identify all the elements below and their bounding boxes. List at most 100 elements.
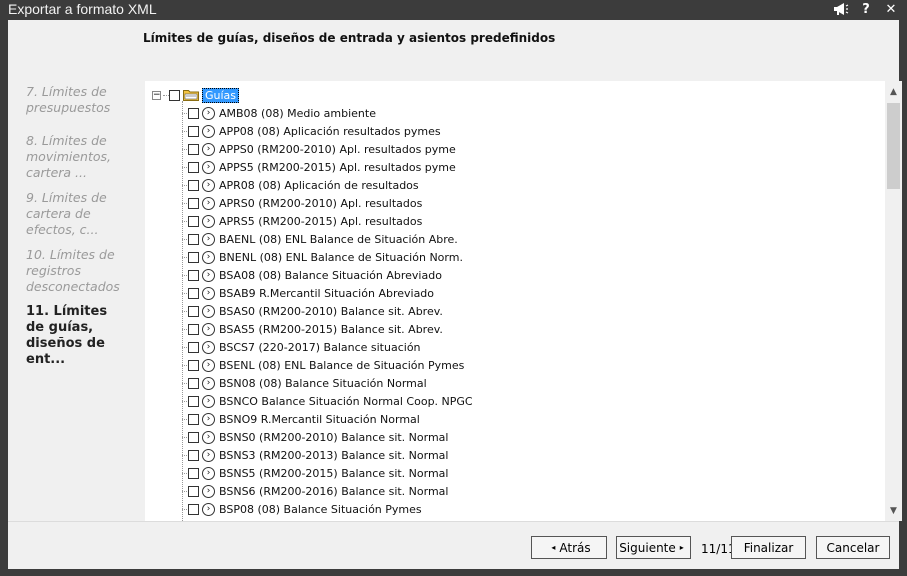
guide-arrow-icon: › xyxy=(202,502,215,516)
guide-arrow-icon: › xyxy=(202,448,215,462)
guide-arrow-icon: › xyxy=(202,286,215,300)
tree-item[interactable]: › APPS0 (RM200-2010) Apl. resultados pyme xyxy=(188,140,456,158)
megaphone-icon[interactable] xyxy=(833,1,849,17)
tree-item-label: BSAS0 (RM200-2010) Balance sit. Abrev. xyxy=(219,304,443,318)
tree-item-checkbox[interactable] xyxy=(188,305,199,317)
back-button[interactable]: ◂ Atrás xyxy=(531,536,607,559)
tree-item-label: APR08 (08) Aplicación de resultados xyxy=(219,178,419,192)
tree-item-checkbox[interactable] xyxy=(188,485,199,497)
tree-item-checkbox[interactable] xyxy=(188,359,199,371)
title-bar: Exportar a formato XML ? ✕ xyxy=(0,0,907,20)
tree-item-checkbox[interactable] xyxy=(188,215,199,227)
tree-item-checkbox[interactable] xyxy=(188,395,199,407)
tree-item-label: BSA08 (08) Balance Situación Abreviado xyxy=(219,268,442,282)
step-10: 10. Límites de registros desconectados xyxy=(26,247,120,294)
guide-arrow-icon: › xyxy=(202,304,215,318)
tree-item[interactable]: › APRS0 (RM200-2010) Apl. resultados xyxy=(188,194,422,212)
tree-item[interactable]: › APPS5 (RM200-2015) Apl. resultados pyme xyxy=(188,158,456,176)
tree-item-label: BSNS0 (RM200-2010) Balance sit. Normal xyxy=(219,430,449,444)
scroll-up-icon[interactable]: ▲ xyxy=(885,83,902,100)
tree-item[interactable]: › BAENL (08) ENL Balance de Situación Abr… xyxy=(188,230,458,248)
tree-item-label: APRS5 (RM200-2015) Apl. resultados xyxy=(219,214,423,228)
collapse-icon[interactable]: − xyxy=(152,91,161,100)
tree-item-label: AMB08 (08) Medio ambiente xyxy=(219,106,376,120)
guide-arrow-icon: › xyxy=(202,232,215,246)
tree-item[interactable]: › BSN08 (08) Balance Situación Normal xyxy=(188,374,427,392)
tree-item-label: BSNS3 (RM200-2013) Balance sit. Normal xyxy=(219,448,449,462)
tree-item-checkbox[interactable] xyxy=(188,449,199,461)
back-label: Atrás xyxy=(559,540,591,555)
tree-item-checkbox[interactable] xyxy=(188,323,199,335)
guide-arrow-icon: › xyxy=(202,376,215,390)
tree-item[interactable]: › BSNO9 R.Mercantil Situación Normal xyxy=(188,410,420,428)
help-icon[interactable]: ? xyxy=(858,1,874,17)
tree-item[interactable]: › APR08 (08) Aplicación de resultados xyxy=(188,176,419,194)
tree-item[interactable]: › AMB08 (08) Medio ambiente xyxy=(188,104,376,122)
tree-item[interactable]: › BSNS5 (RM200-2015) Balance sit. Normal xyxy=(188,464,448,482)
tree-item-label: BSNO9 R.Mercantil Situación Normal xyxy=(219,412,420,426)
tree-item-checkbox[interactable] xyxy=(188,503,199,515)
finish-button[interactable]: Finalizar xyxy=(731,536,806,559)
guide-arrow-icon: › xyxy=(202,268,215,282)
cancel-button[interactable]: Cancelar xyxy=(816,536,890,559)
tree-item[interactable]: › BSCS7 (220-2017) Balance situación xyxy=(188,338,421,356)
tree-item[interactable]: › BSP08 (08) Balance Situación Pymes xyxy=(188,500,422,518)
guide-arrow-icon: › xyxy=(202,250,215,264)
close-icon[interactable]: ✕ xyxy=(883,1,899,17)
tree-item[interactable]: › BSAS5 (RM200-2015) Balance sit. Abrev. xyxy=(188,320,443,338)
step-11-current: 11. Límites de guías, diseños de ent... xyxy=(26,304,108,367)
tree-item-checkbox[interactable] xyxy=(188,251,199,263)
tree-item-checkbox[interactable] xyxy=(188,233,199,245)
tree-root-label: Guías xyxy=(202,87,240,103)
next-button[interactable]: Siguiente ▸ xyxy=(616,536,691,559)
tree-item-checkbox[interactable] xyxy=(188,179,199,191)
tree-item[interactable]: › BSAS0 (RM200-2010) Balance sit. Abrev. xyxy=(188,302,443,320)
tree-item-checkbox[interactable] xyxy=(188,341,199,353)
tree-item-checkbox[interactable] xyxy=(188,287,199,299)
guide-arrow-icon: › xyxy=(202,106,215,120)
tree-item-checkbox[interactable] xyxy=(188,431,199,443)
tree-item-label: BAENL (08) ENL Balance de Situación Abre… xyxy=(219,232,458,246)
tree-item[interactable]: › BSA08 (08) Balance Situación Abreviado xyxy=(188,266,442,284)
tree-item[interactable]: › BSNS0 (RM200-2010) Balance sit. Normal xyxy=(188,428,448,446)
wizard-window: Límites de guías, diseños de entrada y a… xyxy=(8,20,902,569)
step-8: 8. Límites de movimientos, cartera ... xyxy=(26,133,111,180)
guides-tree[interactable]: − Guías › AMB08 (08) Medio ambiente › APP08… xyxy=(145,81,902,521)
folder-icon xyxy=(183,90,199,101)
tree-item[interactable]: › BSNS6 (RM200-2016) Balance sit. Normal xyxy=(188,482,448,500)
tree-item-checkbox[interactable] xyxy=(188,377,199,389)
guide-arrow-icon: › xyxy=(202,412,215,426)
tree-item-checkbox[interactable] xyxy=(188,269,199,281)
tree-item[interactable]: › APRS5 (RM200-2015) Apl. resultados xyxy=(188,212,422,230)
tree-item-checkbox[interactable] xyxy=(188,197,199,209)
guide-arrow-icon: › xyxy=(202,466,215,480)
guide-arrow-icon: › xyxy=(202,430,215,444)
tree-item[interactable]: › APP08 (08) Aplicación resultados pymes xyxy=(188,122,441,140)
tree-item[interactable]: › BSNS3 (RM200-2013) Balance sit. Normal xyxy=(188,446,448,464)
tree-item-label: BSNS5 (RM200-2015) Balance sit. Normal xyxy=(219,466,449,480)
tree-item[interactable]: › BSNCO Balance Situación Normal Coop. NP… xyxy=(188,392,473,410)
tree-item-label: APRS0 (RM200-2010) Apl. resultados xyxy=(219,196,423,210)
wizard-header: Límites de guías, diseños de entrada y a… xyxy=(8,20,899,80)
tree-item-checkbox[interactable] xyxy=(188,161,199,173)
guide-arrow-icon: › xyxy=(202,358,215,372)
scroll-thumb[interactable] xyxy=(887,103,900,189)
tree-item-checkbox[interactable] xyxy=(188,467,199,479)
tree-item-checkbox[interactable] xyxy=(188,413,199,425)
root-checkbox[interactable] xyxy=(169,89,180,101)
tree-item-label: BNENL (08) ENL Balance de Situación Norm… xyxy=(219,250,463,264)
tree-item[interactable]: › BSENL (08) ENL Balance de Situación Pym… xyxy=(188,356,464,374)
vertical-scrollbar[interactable]: ▲ ▼ xyxy=(885,81,902,521)
guide-arrow-icon: › xyxy=(202,214,215,228)
title-bar-icons: ? ✕ xyxy=(833,1,899,17)
tree-item[interactable]: › BSAB9 R.Mercantil Situación Abreviado xyxy=(188,284,434,302)
next-arrow-icon: ▸ xyxy=(679,543,684,552)
tree-root-guias[interactable]: Guías xyxy=(169,86,240,104)
tree-item[interactable]: › BNENL (08) ENL Balance de Situación Nor… xyxy=(188,248,463,266)
tree-item-checkbox[interactable] xyxy=(188,143,199,155)
scroll-down-icon[interactable]: ▼ xyxy=(885,502,902,519)
tree-item-checkbox[interactable] xyxy=(188,125,199,137)
tree-item-label: APPS5 (RM200-2015) Apl. resultados pyme xyxy=(219,160,456,174)
window-title: Exportar a formato XML xyxy=(8,1,157,17)
tree-item-checkbox[interactable] xyxy=(188,107,199,119)
